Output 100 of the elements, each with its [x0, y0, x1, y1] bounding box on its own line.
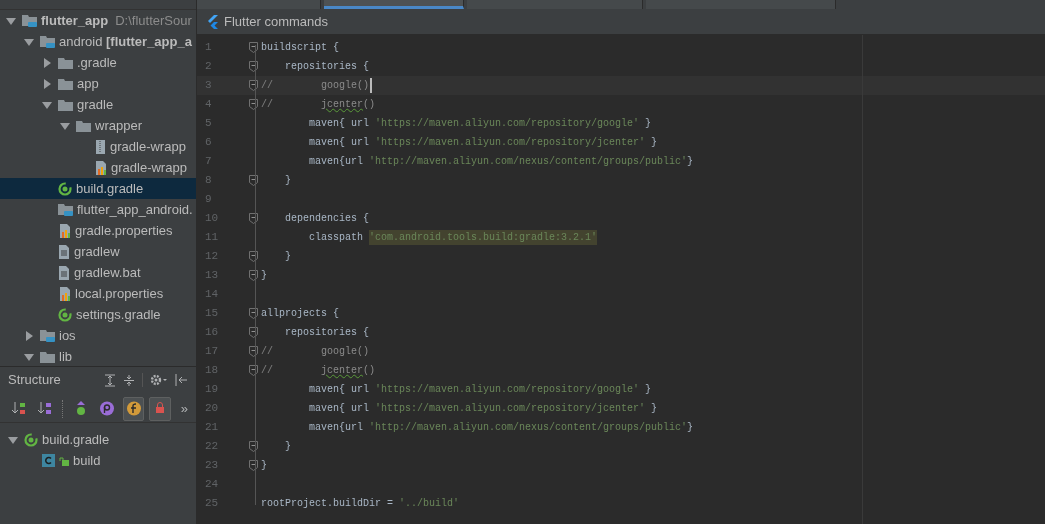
- fold-marker-icon[interactable]: [249, 175, 258, 186]
- line-number: 16: [204, 325, 220, 341]
- tree-item[interactable]: lib: [0, 346, 196, 366]
- line-number: 1: [204, 40, 213, 56]
- code-line: }: [261, 459, 267, 473]
- fold-marker-icon[interactable]: [249, 441, 258, 452]
- flutter-logo-icon: [207, 14, 219, 29]
- folder-icon: [58, 77, 73, 90]
- code-line: maven{ url 'https://maven.aliyun.com/repository/jcenter' }: [308, 136, 658, 150]
- tree-item[interactable]: flutter_app D:\flutterSour: [0, 10, 196, 31]
- collapse-arrow-icon: [8, 434, 18, 445]
- fold-marker-icon[interactable]: [249, 251, 258, 262]
- tree-item[interactable]: android [flutter_app_a: [0, 31, 196, 52]
- code-line: allprojects {: [261, 307, 339, 321]
- property-icon: [99, 401, 116, 416]
- folder-icon: [76, 119, 91, 132]
- lock-button[interactable]: [149, 396, 171, 421]
- tree-item[interactable]: gradlew: [0, 241, 196, 262]
- sort-alphabetically-icon: [36, 401, 53, 416]
- tree-label: gradle-wrapp: [110, 137, 186, 156]
- structure-item[interactable]: build.gradle: [0, 429, 196, 450]
- expand-arrow-icon: [42, 78, 52, 89]
- tree-label: gradle.properties: [75, 221, 173, 240]
- fold-marker-icon[interactable]: [249, 327, 258, 338]
- gradle-file-icon: [58, 307, 72, 322]
- tree-item[interactable]: gradle.properties: [0, 220, 196, 241]
- code-line: classpath 'com.android.tools.build:gradle:3.2.1': [308, 230, 598, 245]
- tree-label: local.properties: [75, 284, 164, 303]
- collapse-arrow-icon: [42, 99, 52, 110]
- settings-icon[interactable]: [150, 374, 168, 386]
- tree-label: settings.gradle: [76, 305, 161, 324]
- line-number: 2: [204, 59, 213, 75]
- fold-marker-icon[interactable]: [249, 80, 258, 91]
- text-file-icon: [58, 265, 70, 280]
- fold-marker-icon[interactable]: [249, 346, 258, 357]
- tree-label: build.gradle: [76, 179, 144, 198]
- tree-item[interactable]: gradle: [0, 94, 196, 115]
- code-line: repositories {: [284, 326, 370, 340]
- tree-item[interactable]: gradle-wrapp: [0, 157, 196, 178]
- line-number: 18: [204, 363, 220, 379]
- expand-arrow-icon: [24, 330, 34, 341]
- hide-panel-icon[interactable]: [175, 374, 188, 386]
- module-folder-icon: [58, 203, 73, 216]
- gradle-file-icon: [58, 181, 72, 196]
- fold-marker-icon[interactable]: [249, 99, 258, 110]
- line-number: 6: [204, 135, 213, 151]
- code-line: maven{ url 'https://maven.aliyun.com/repository/google' }: [308, 383, 652, 397]
- line-number: 15: [204, 306, 220, 322]
- code-line: }: [284, 440, 291, 454]
- tree-item[interactable]: wrapper: [0, 115, 196, 136]
- tree-label: ios: [59, 326, 76, 345]
- tree-item[interactable]: ios: [0, 325, 196, 346]
- fold-marker-icon[interactable]: [249, 365, 258, 376]
- fold-marker-icon[interactable]: [249, 460, 258, 471]
- field-button[interactable]: [122, 396, 145, 421]
- fold-marker-icon[interactable]: [249, 270, 258, 281]
- code-line: }: [261, 269, 267, 283]
- text-file-icon: [58, 244, 70, 259]
- code-line: // google(): [261, 345, 370, 359]
- properties-file-icon: [94, 160, 107, 175]
- line-number: 5: [204, 116, 213, 132]
- code-line: buildscript {: [261, 41, 339, 55]
- collapse-all-icon[interactable]: [123, 373, 135, 387]
- line-number: 13: [204, 268, 220, 284]
- tree-item[interactable]: gradlew.bat: [0, 262, 196, 283]
- tree-label: gradlew: [74, 242, 120, 261]
- module-folder-icon: [40, 35, 55, 48]
- line-number: 14: [204, 287, 220, 303]
- tree-label: lib: [59, 347, 72, 366]
- tree-label: gradle: [77, 95, 114, 114]
- structure-item[interactable]: build: [0, 450, 196, 471]
- tree-label: flutter_app: [41, 11, 109, 30]
- line-number: 17: [204, 344, 220, 360]
- line-number: 10: [204, 211, 220, 227]
- line-number: 25: [204, 496, 220, 512]
- tree-item[interactable]: settings.gradle: [0, 304, 196, 325]
- tree-label: wrapper: [95, 116, 142, 135]
- fold-marker-icon[interactable]: [249, 308, 258, 319]
- gradle-file-icon: [24, 432, 38, 447]
- tree-item[interactable]: .gradle: [0, 52, 196, 73]
- tree-label: gradle-wrapp: [111, 158, 187, 177]
- tree-item[interactable]: local.properties: [0, 283, 196, 304]
- expand-all-icon[interactable]: [104, 373, 116, 387]
- structure-label: build: [73, 451, 101, 470]
- code-line: maven{ url 'https://maven.aliyun.com/repository/jcenter' }: [308, 402, 658, 416]
- flutter-commands-link[interactable]: Flutter commands: [224, 11, 329, 32]
- tree-label: .gradle: [77, 53, 117, 72]
- fold-marker-icon[interactable]: [249, 213, 258, 224]
- fold-marker-icon[interactable]: [249, 42, 258, 53]
- fold-marker-icon[interactable]: [249, 61, 258, 72]
- module-folder-icon: [40, 329, 55, 342]
- tree-item[interactable]: build.gradle: [0, 178, 196, 199]
- tree-item[interactable]: app: [0, 73, 196, 94]
- tree-item[interactable]: gradle-wrapp: [0, 136, 196, 157]
- line-number: 24: [204, 477, 220, 493]
- line-number: 8: [204, 173, 213, 189]
- tree-item[interactable]: flutter_app_android.: [0, 199, 196, 220]
- properties-file-icon: [58, 223, 71, 238]
- folder-icon: [58, 56, 73, 69]
- more-tools-button[interactable]: »: [180, 398, 188, 419]
